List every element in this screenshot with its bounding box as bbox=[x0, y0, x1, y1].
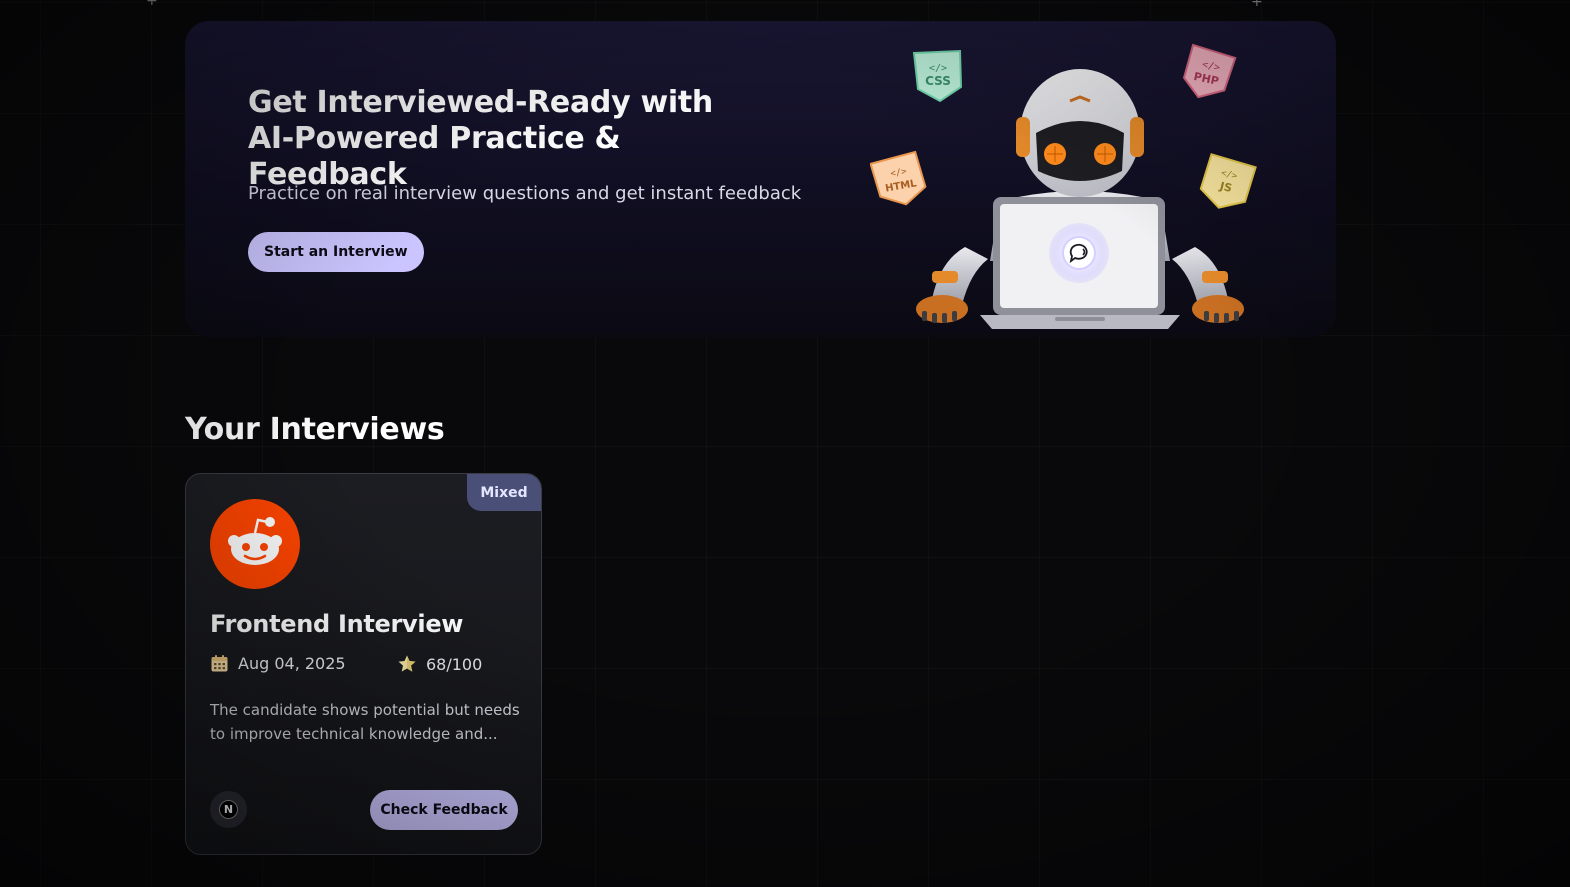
nextjs-icon: N bbox=[210, 791, 247, 828]
sparkle-icon: + bbox=[1251, 0, 1263, 10]
interview-feedback-summary: The candidate shows potential but needs … bbox=[210, 701, 520, 743]
hero-banner: Get Interviewed-Ready with AI-Powered Pr… bbox=[185, 21, 1336, 337]
html-tag-icon: </> HTML bbox=[870, 150, 927, 206]
sparkle-icon: + bbox=[146, 0, 158, 9]
interview-date: Aug 04, 2025 bbox=[210, 654, 346, 673]
calendar-icon bbox=[211, 655, 228, 672]
interview-meta: Aug 04, 2025 68/100 bbox=[210, 654, 520, 678]
svg-text:</>: </> bbox=[929, 63, 947, 74]
php-tag-icon: </> PHP bbox=[1182, 43, 1237, 99]
section-title: Your Interviews bbox=[185, 412, 445, 447]
interview-type-badge: Mixed bbox=[467, 474, 541, 511]
star-icon bbox=[398, 655, 416, 672]
reddit-logo-icon bbox=[210, 499, 300, 589]
start-interview-button[interactable]: Start an Interview bbox=[248, 232, 424, 272]
hero-title: Get Interviewed-Ready with AI-Powered Pr… bbox=[248, 85, 713, 192]
page: + + Get Interviewed-Ready with AI-Powere… bbox=[0, 0, 1570, 887]
interview-score-text: 68/100 bbox=[426, 654, 483, 674]
css-tag-icon: </> CSS bbox=[912, 49, 963, 103]
robot-laptop-illustration-icon: </> CSS </> PHP </> HTML </> JS bbox=[870, 43, 1257, 329]
check-feedback-button[interactable]: Check Feedback bbox=[370, 790, 518, 830]
interview-card: Mixed Frontend Interview Aug 04, 2025 68… bbox=[185, 473, 542, 855]
hero-subtitle: Practice on real interview questions and… bbox=[248, 183, 802, 204]
svg-text:CSS: CSS bbox=[925, 74, 951, 88]
js-tag-icon: </> JS bbox=[1199, 153, 1257, 209]
interview-date-text: Aug 04, 2025 bbox=[238, 654, 346, 673]
interview-score: 68/100 bbox=[397, 654, 482, 674]
interview-title: Frontend Interview bbox=[210, 610, 464, 638]
